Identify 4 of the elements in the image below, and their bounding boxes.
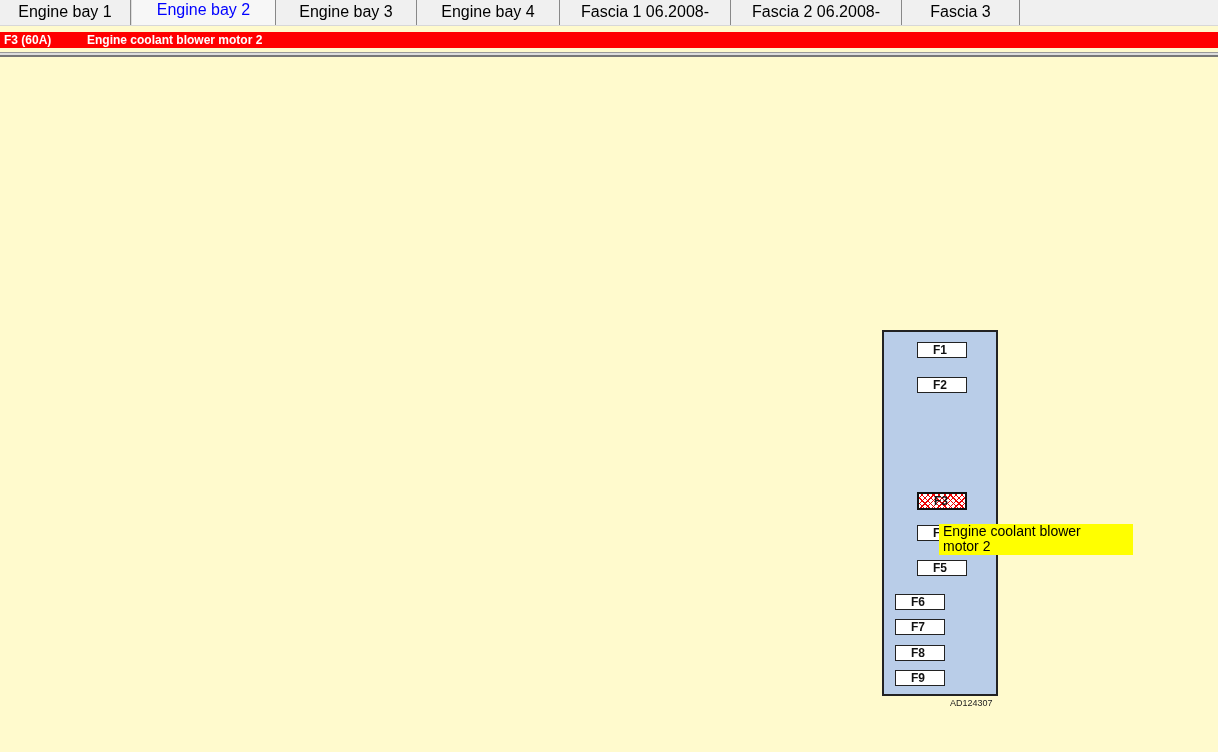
tooltip: Engine coolant blower motor 2 <box>939 524 1133 555</box>
fuse-description: Engine coolant blower motor 2 <box>87 32 263 48</box>
fuse-code: F3 (60A) <box>4 32 53 48</box>
diagram-code: AD124307 <box>950 698 993 708</box>
